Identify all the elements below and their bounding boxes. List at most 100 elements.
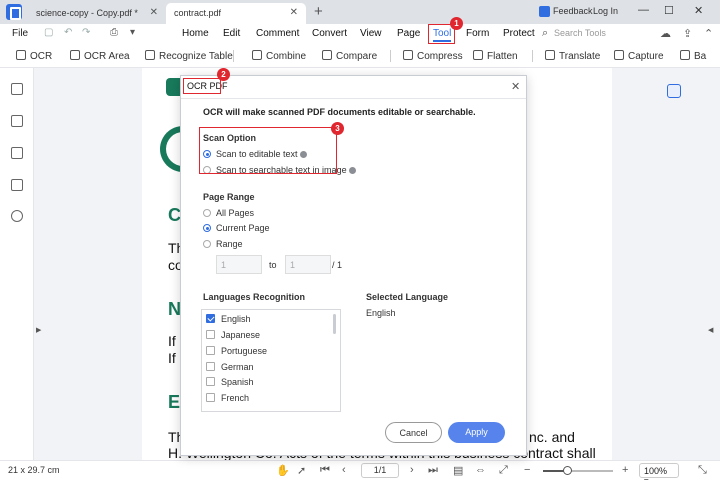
- batch-button[interactable]: Ba: [680, 50, 706, 62]
- language-item[interactable]: Spanish: [206, 377, 254, 387]
- flatten-button[interactable]: Flatten: [473, 50, 518, 62]
- menu-protect[interactable]: Protect: [503, 28, 535, 39]
- zoom-out-icon[interactable]: −: [524, 464, 530, 476]
- checkbox[interactable]: [206, 346, 215, 355]
- fit-width-icon[interactable]: ⇔: [475, 464, 486, 476]
- redo-icon[interactable]: ↷: [82, 27, 90, 38]
- language-item[interactable]: English: [206, 314, 251, 324]
- close-icon[interactable]: ✕: [511, 80, 520, 93]
- left-sidebar: [0, 68, 34, 460]
- close-icon[interactable]: ✕: [150, 7, 158, 18]
- radio-unchecked[interactable]: [203, 209, 211, 217]
- translate-button[interactable]: Translate: [545, 50, 600, 62]
- ocr-dialog: OCR PDF ✕ OCR will make scanned PDF docu…: [180, 75, 527, 456]
- capture-icon: [614, 50, 624, 60]
- menu-view[interactable]: View: [360, 28, 382, 39]
- page-number-input[interactable]: 1/1: [361, 463, 399, 478]
- apply-button[interactable]: Apply: [448, 422, 505, 443]
- menu-comment[interactable]: Comment: [256, 28, 299, 39]
- search-panel-icon[interactable]: [11, 210, 23, 222]
- tab-contract[interactable]: contract.pdf ✕: [166, 3, 306, 24]
- compress-button[interactable]: Compress: [403, 50, 463, 62]
- menu-edit[interactable]: Edit: [223, 28, 240, 39]
- checkbox[interactable]: [206, 330, 215, 339]
- compare-button[interactable]: Compare: [322, 50, 377, 62]
- expand-view-icon[interactable]: ⤡: [698, 464, 707, 477]
- comment-icon[interactable]: [11, 147, 23, 159]
- save-icon[interactable]: ▢: [44, 27, 53, 38]
- menu-form[interactable]: Form: [466, 28, 489, 39]
- undo-icon[interactable]: ↶: [64, 27, 72, 38]
- language-item[interactable]: German: [206, 362, 254, 372]
- ocr-area-button[interactable]: OCR Area: [70, 50, 130, 62]
- tab-science-copy[interactable]: science-copy - Copy.pdf * ✕: [28, 3, 166, 24]
- maximize-icon[interactable]: ☐: [664, 4, 674, 17]
- pages-panel-icon[interactable]: [11, 83, 23, 95]
- menu-page[interactable]: Page: [397, 28, 420, 39]
- checkbox-checked[interactable]: [206, 314, 215, 323]
- ocr-button[interactable]: OCR: [16, 50, 52, 62]
- all-pages-option[interactable]: All Pages: [203, 208, 254, 218]
- info-icon[interactable]: [348, 167, 356, 174]
- search-icon[interactable]: ⌕: [542, 27, 548, 40]
- document-heading: E: [168, 392, 181, 412]
- feedback-link[interactable]: Feedback: [553, 6, 593, 16]
- checkbox[interactable]: [206, 393, 215, 402]
- callout-badge-1: 1: [450, 17, 463, 30]
- zoom-select[interactable]: 100% ▾: [639, 463, 679, 480]
- language-item[interactable]: Japanese: [206, 330, 260, 340]
- new-tab-icon[interactable]: +: [314, 3, 323, 20]
- checkbox[interactable]: [206, 362, 215, 371]
- print-icon[interactable]: ⎙: [110, 27, 118, 38]
- bookmark-icon[interactable]: [11, 115, 23, 127]
- checkbox[interactable]: [206, 377, 215, 386]
- login-link[interactable]: Log In: [593, 6, 618, 16]
- select-tool-icon[interactable]: ➚: [297, 464, 306, 477]
- collapse-ribbon-icon[interactable]: ⌃: [704, 27, 713, 40]
- close-window-icon[interactable]: ✕: [694, 4, 703, 17]
- recognize-table-button[interactable]: Recognize Table: [145, 50, 233, 62]
- combine-button[interactable]: Combine: [252, 50, 306, 62]
- ai-assistant-icon[interactable]: [667, 84, 681, 98]
- minimize-icon[interactable]: —: [638, 4, 649, 16]
- range-from-input[interactable]: 1: [216, 255, 262, 274]
- cancel-button[interactable]: Cancel: [385, 422, 442, 443]
- capture-button[interactable]: Capture: [614, 50, 664, 62]
- last-page-icon[interactable]: ⏭: [428, 464, 438, 477]
- attachment-icon[interactable]: [11, 179, 23, 191]
- menu-convert[interactable]: Convert: [312, 28, 347, 39]
- tab-label: science-copy - Copy.pdf *: [36, 8, 138, 18]
- language-list-scrollbar[interactable]: [333, 314, 336, 334]
- expand-left-panel-icon[interactable]: ▶: [36, 326, 41, 334]
- close-icon[interactable]: ✕: [290, 7, 298, 18]
- language-item[interactable]: French: [206, 393, 249, 403]
- expand-right-panel-icon[interactable]: ◀: [708, 326, 713, 334]
- radio-checked[interactable]: [203, 224, 211, 232]
- combine-icon: [252, 50, 262, 60]
- share-icon[interactable]: ⇪: [683, 27, 692, 40]
- page-layout-icon[interactable]: ▤: [453, 464, 463, 477]
- radio-unchecked[interactable]: [203, 240, 211, 248]
- search-tools-input[interactable]: Search Tools: [554, 28, 606, 38]
- current-page-option[interactable]: Current Page: [203, 223, 270, 233]
- language-list[interactable]: English Japanese Portuguese German Spani…: [201, 309, 341, 412]
- hand-tool-icon[interactable]: ✋: [276, 464, 290, 477]
- range-total: / 1: [332, 260, 343, 270]
- range-option[interactable]: Range: [203, 239, 243, 249]
- prev-page-icon[interactable]: ‹: [342, 464, 346, 476]
- feedback-icon[interactable]: [539, 6, 550, 17]
- zoom-in-icon[interactable]: +: [622, 464, 628, 476]
- toolbar-divider: [233, 50, 234, 62]
- language-item[interactable]: Portuguese: [206, 346, 267, 356]
- fit-page-icon[interactable]: ⤢: [499, 464, 508, 477]
- next-page-icon[interactable]: ›: [410, 464, 414, 476]
- zoom-slider[interactable]: [543, 470, 613, 472]
- menu-file[interactable]: File: [12, 28, 28, 39]
- quick-access-dropdown-icon[interactable]: ▾: [130, 27, 135, 38]
- zoom-slider-thumb[interactable]: [563, 466, 572, 475]
- toolbar-divider: [390, 50, 391, 62]
- range-to-input[interactable]: 1: [285, 255, 331, 274]
- first-page-icon[interactable]: ⏮: [320, 464, 330, 477]
- cloud-upload-icon[interactable]: ☁: [660, 27, 671, 40]
- menu-home[interactable]: Home: [182, 28, 209, 39]
